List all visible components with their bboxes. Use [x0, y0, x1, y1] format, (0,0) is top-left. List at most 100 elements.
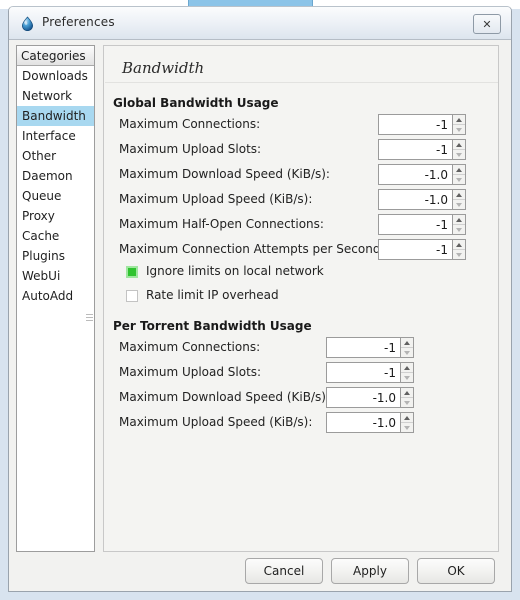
ok-button[interactable]: OK	[417, 558, 495, 584]
spinbox-input[interactable]: -1	[378, 239, 452, 260]
chevron-up-icon	[456, 142, 462, 147]
sidebar-item-interface[interactable]: Interface	[17, 126, 94, 146]
spinbox-input[interactable]: -1	[378, 114, 452, 135]
spinbox-increment-button[interactable]	[453, 165, 465, 175]
deluge-drop-icon	[22, 16, 33, 31]
sidebar-item-webui[interactable]: WebUi	[17, 266, 94, 286]
spinbox-input[interactable]: -1	[378, 214, 452, 235]
sidebar-item-label: Daemon	[22, 169, 73, 183]
spinbox-decrement-button[interactable]	[453, 250, 465, 259]
spinbox[interactable]: -1.0	[326, 412, 414, 433]
sidebar-item-label: AutoAdd	[22, 289, 74, 303]
spinbox-decrement-button[interactable]	[453, 225, 465, 234]
spinbox-increment-button[interactable]	[401, 388, 413, 398]
spinbox[interactable]: -1.0	[378, 189, 466, 210]
spinbox-input[interactable]: -1.0	[378, 164, 452, 185]
setting-row: Maximum Connection Attempts per Second: -…	[119, 239, 466, 261]
close-button[interactable]: ✕	[473, 14, 501, 34]
sidebar-item-downloads[interactable]: Downloads	[17, 66, 94, 86]
spinbox-input[interactable]: -1	[378, 139, 452, 160]
sidebar-item-daemon[interactable]: Daemon	[17, 166, 94, 186]
spinbox-increment-button[interactable]	[401, 338, 413, 348]
spinbox-decrement-button[interactable]	[453, 175, 465, 184]
chevron-down-icon	[456, 177, 462, 182]
spinbox-input[interactable]: -1.0	[326, 387, 400, 408]
setting-row: Maximum Upload Slots: -1	[119, 139, 466, 161]
spinbox[interactable]: -1	[378, 214, 466, 235]
dialog-titlebar[interactable]: Preferences ✕	[9, 7, 511, 40]
sidebar-item-label: Interface	[22, 129, 76, 143]
spinbox-input[interactable]: -1.0	[326, 412, 400, 433]
spinbox[interactable]: -1	[326, 337, 414, 358]
spinbox-decrement-button[interactable]	[401, 348, 413, 357]
spinbox-decrement-button[interactable]	[401, 373, 413, 382]
chevron-up-icon	[456, 192, 462, 197]
setting-row: Maximum Download Speed (KiB/s): -1.0	[119, 387, 414, 409]
spinbox-decrement-button[interactable]	[453, 200, 465, 209]
sidebar-item-network[interactable]: Network	[17, 86, 94, 106]
spinbox-buttons[interactable]	[400, 387, 414, 408]
spinbox-buttons[interactable]	[452, 214, 466, 235]
spinbox[interactable]: -1	[378, 114, 466, 135]
spinbox-buttons[interactable]	[452, 164, 466, 185]
sidebar-item-autoadd[interactable]: AutoAdd	[17, 286, 94, 306]
spinbox-input[interactable]: -1.0	[378, 189, 452, 210]
spinbox-increment-button[interactable]	[453, 140, 465, 150]
sidebar-item-bandwidth[interactable]: Bandwidth	[17, 106, 94, 126]
categories-list[interactable]: Downloads Network Bandwidth Interface Other D…	[17, 66, 94, 306]
spinbox-increment-button[interactable]	[453, 240, 465, 250]
setting-row: Maximum Connections: -1	[119, 337, 414, 359]
checkbox-checked-icon[interactable]	[126, 266, 138, 278]
spinbox-increment-button[interactable]	[401, 363, 413, 373]
spinbox-input[interactable]: -1	[326, 337, 400, 358]
sidebar-item-plugins[interactable]: Plugins	[17, 246, 94, 266]
setting-label: Maximum Connections:	[119, 117, 261, 131]
spinbox-decrement-button[interactable]	[401, 398, 413, 407]
categories-column-header[interactable]: Categories	[17, 46, 94, 66]
sidebar-item-cache[interactable]: Cache	[17, 226, 94, 246]
setting-label: Maximum Half-Open Connections:	[119, 217, 324, 231]
spinbox-buttons[interactable]	[400, 337, 414, 358]
apply-button[interactable]: Apply	[331, 558, 409, 584]
spinbox-decrement-button[interactable]	[453, 125, 465, 134]
sidebar-item-queue[interactable]: Queue	[17, 186, 94, 206]
spinbox[interactable]: -1.0	[326, 387, 414, 408]
setting-row: Maximum Half-Open Connections: -1	[119, 214, 466, 236]
spinbox-decrement-button[interactable]	[453, 150, 465, 159]
checkbox-unchecked-icon[interactable]	[126, 290, 138, 302]
sidebar-resize-grip[interactable]	[86, 314, 93, 326]
spinbox-buttons[interactable]	[400, 412, 414, 433]
bandwidth-settings-panel: Bandwidth Global Bandwidth Usage Maximum…	[103, 45, 499, 552]
checkbox-label: Rate limit IP overhead	[146, 288, 279, 302]
sidebar-item-label: Network	[22, 89, 73, 103]
cancel-button[interactable]: Cancel	[245, 558, 323, 584]
chevron-down-icon	[456, 152, 462, 157]
spinbox-buttons[interactable]	[452, 239, 466, 260]
chevron-down-icon	[404, 400, 410, 405]
spinbox-increment-button[interactable]	[453, 115, 465, 125]
spinbox-increment-button[interactable]	[453, 215, 465, 225]
spinbox-buttons[interactable]	[400, 362, 414, 383]
spinbox-buttons[interactable]	[452, 114, 466, 135]
categories-sidebar[interactable]: Categories Downloads Network Bandwidth Inte…	[16, 45, 95, 552]
sidebar-item-label: Downloads	[22, 69, 88, 83]
spinbox-increment-button[interactable]	[401, 413, 413, 423]
chevron-down-icon	[404, 350, 410, 355]
dialog-client-area: Categories Downloads Network Bandwidth Inte…	[9, 40, 511, 591]
chevron-down-icon	[404, 375, 410, 380]
spinbox[interactable]: -1	[326, 362, 414, 383]
setting-row: Maximum Download Speed (KiB/s): -1.0	[119, 164, 466, 186]
spinbox-increment-button[interactable]	[453, 190, 465, 200]
spinbox[interactable]: -1	[378, 139, 466, 160]
sidebar-item-proxy[interactable]: Proxy	[17, 206, 94, 226]
chevron-down-icon	[456, 252, 462, 257]
chevron-up-icon	[456, 117, 462, 122]
spinbox[interactable]: -1	[378, 239, 466, 260]
spinbox-buttons[interactable]	[452, 139, 466, 160]
spinbox[interactable]: -1.0	[378, 164, 466, 185]
spinbox-input[interactable]: -1	[326, 362, 400, 383]
title-divider	[105, 82, 498, 83]
spinbox-buttons[interactable]	[452, 189, 466, 210]
spinbox-decrement-button[interactable]	[401, 423, 413, 432]
sidebar-item-other[interactable]: Other	[17, 146, 94, 166]
